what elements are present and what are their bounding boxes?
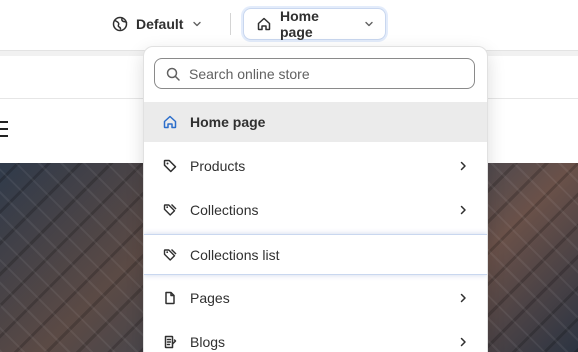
tags-icon (162, 202, 178, 218)
chevron-right-icon (457, 292, 469, 304)
page-icon (162, 290, 178, 306)
search-input[interactable] (189, 65, 459, 82)
menu-item-label: Blogs (190, 334, 226, 350)
menu-item-blogs[interactable]: Blogs (144, 322, 487, 352)
menu-icon[interactable] (0, 121, 8, 139)
menu-item-label: Collections list (190, 246, 280, 263)
menu-item-products[interactable]: Products (144, 146, 487, 186)
menu-item-collections[interactable]: Collections (144, 190, 487, 230)
tags-icon (162, 247, 178, 263)
chevron-right-icon (457, 336, 469, 348)
globe-icon (112, 16, 128, 32)
blog-icon (162, 334, 178, 350)
chevron-down-icon (191, 18, 203, 30)
menu-item-label: Products (190, 158, 246, 174)
page-selector[interactable]: Home page (243, 8, 386, 40)
home-icon (256, 16, 272, 32)
menu-item-home-page[interactable]: Home page (144, 102, 487, 142)
menu-item-label: Pages (190, 290, 230, 306)
editor-topbar: Default Home page (0, 0, 578, 51)
chevron-right-icon (457, 160, 469, 172)
chevron-down-icon (363, 18, 375, 30)
page-selector-dropdown: Home page Products Collections Col (143, 46, 488, 352)
search-box[interactable] (154, 58, 475, 89)
chevron-right-icon (457, 204, 469, 216)
tag-icon (162, 158, 178, 174)
theme-selector-label: Default (136, 16, 184, 32)
page-selector-label: Home page (280, 8, 319, 40)
theme-selector[interactable]: Default (104, 8, 218, 40)
menu-item-pages[interactable]: Pages (144, 278, 487, 318)
theme-editor: Default Home page Search online store Ho… (0, 0, 578, 352)
menu-item-collections-list[interactable]: Collections list (144, 234, 487, 275)
toolbar-divider (230, 13, 231, 35)
home-icon (162, 114, 178, 130)
menu-item-label: Home page (190, 114, 266, 130)
menu-item-label: Collections (190, 202, 259, 218)
search-icon (165, 66, 181, 82)
